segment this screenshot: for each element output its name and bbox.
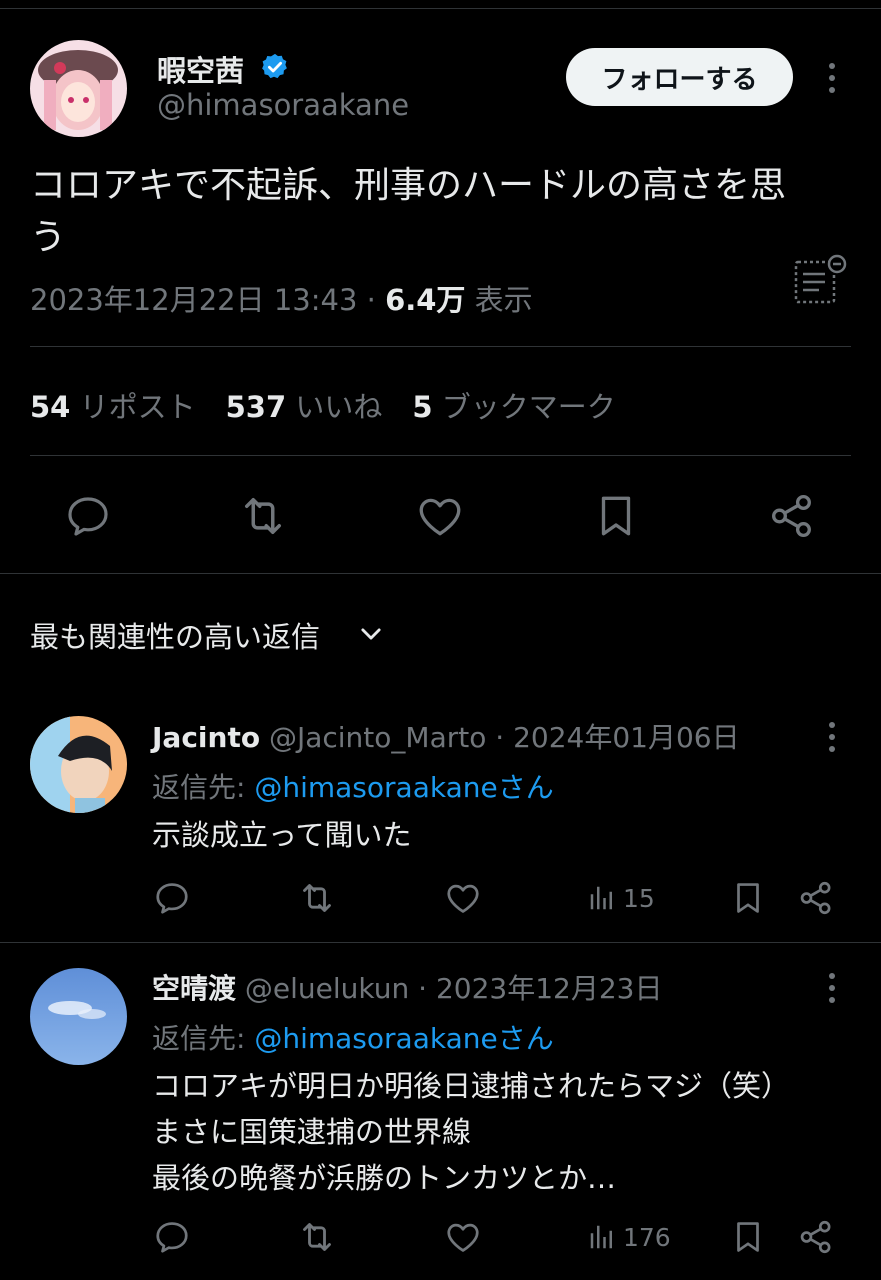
tweet-text-line: う <box>30 217 67 258</box>
like-icon[interactable] <box>443 878 483 918</box>
reply-text-line: 示談成立って聞いた <box>152 818 412 852</box>
reply-avatar[interactable] <box>30 716 127 813</box>
analytics-icon[interactable] <box>793 252 849 308</box>
reply-author-name[interactable]: 空晴渡 <box>152 972 236 1005</box>
views-icon <box>590 886 612 910</box>
share-icon[interactable] <box>766 490 818 542</box>
like-icon[interactable] <box>414 490 466 542</box>
reposts-label[interactable]: リポスト <box>80 390 196 424</box>
reply-date[interactable]: 2024年01月06日 <box>513 721 740 754</box>
follow-button[interactable]: フォローする <box>566 48 793 106</box>
divider <box>30 455 851 456</box>
tweet-meta: 2023年12月22日 13:43 · 6.4万 表示 <box>30 277 533 319</box>
top-divider <box>0 8 881 9</box>
reply-text-line: まさに国策逮捕の世界線 <box>152 1115 472 1149</box>
reply-icon[interactable] <box>152 1217 192 1257</box>
reply-author-handle[interactable]: @eluelukun <box>245 972 409 1005</box>
reply-icon[interactable] <box>62 490 114 542</box>
reply-to-mention[interactable]: @himasoraakaneさん <box>254 1022 553 1055</box>
reply-to-prefix: 返信先: <box>152 771 255 804</box>
reply-author-handle[interactable]: @Jacinto_Marto <box>269 721 486 754</box>
reply-to-line: 返信先: @himasoraakaneさん <box>152 1017 554 1057</box>
bookmark-icon[interactable] <box>728 878 768 918</box>
reply-text-line: コロアキが明日か明後日逮捕されたらマジ（笑） <box>152 1069 791 1103</box>
views-count: 6.4万 <box>385 283 466 317</box>
reply-author-name[interactable]: Jacinto <box>152 721 260 754</box>
views-icon <box>590 1225 612 1249</box>
likes-count[interactable]: 537 <box>226 390 287 424</box>
verified-badge-icon <box>260 52 290 82</box>
tweet-text: コロアキで不起訴、刑事のハードルの高さを思 う <box>30 160 850 264</box>
reply-icon[interactable] <box>152 878 192 918</box>
meta-separator: · <box>357 283 386 317</box>
likes-label[interactable]: いいね <box>295 390 382 424</box>
reply-header: 空晴渡 @eluelukun · 2023年12月23日 <box>152 967 663 1007</box>
repost-icon[interactable] <box>237 490 289 542</box>
reply-header: Jacinto @Jacinto_Marto · 2024年01月06日 <box>152 716 740 756</box>
reply-text: 示談成立って聞いた <box>152 812 852 858</box>
reply-separator: · <box>409 972 436 1005</box>
bookmark-icon[interactable] <box>590 490 642 542</box>
reply-to-line: 返信先: @himasoraakaneさん <box>152 766 554 806</box>
author-handle[interactable]: @himasoraakane <box>157 88 409 122</box>
more-icon[interactable] <box>822 717 842 757</box>
chevron-down-icon[interactable] <box>357 620 385 648</box>
section-divider <box>0 573 881 574</box>
reply-separator: · <box>486 721 514 754</box>
views-count: 176 <box>623 1222 671 1252</box>
reply-divider <box>0 942 881 943</box>
share-icon[interactable] <box>796 1217 836 1257</box>
author-name[interactable]: 暇空茜 <box>157 48 244 90</box>
reply-text-line: 最後の晩餐が浜勝のトンカツとか… <box>152 1161 617 1195</box>
repost-icon[interactable] <box>297 878 337 918</box>
tweet-timestamp[interactable]: 2023年12月22日 13:43 <box>30 283 357 317</box>
more-icon[interactable] <box>822 968 842 1008</box>
reply-avatar[interactable] <box>30 968 127 1065</box>
bookmarks-label[interactable]: ブックマーク <box>442 390 616 424</box>
tweet-text-line: コロアキで不起訴、刑事のハードルの高さを思 <box>30 165 787 206</box>
views-stat[interactable]: 15 <box>587 883 655 913</box>
share-icon[interactable] <box>796 878 836 918</box>
author-avatar[interactable] <box>30 40 127 137</box>
more-icon[interactable] <box>822 58 842 98</box>
like-icon[interactable] <box>443 1217 483 1257</box>
tweet-stats: 54 リポスト 537 いいね 5 ブックマーク <box>30 384 616 426</box>
views-label: 表示 <box>474 283 533 317</box>
repost-icon[interactable] <box>297 1217 337 1257</box>
views-stat[interactable]: 176 <box>587 1222 671 1252</box>
reposts-count[interactable]: 54 <box>30 390 70 424</box>
reply-to-prefix: 返信先: <box>152 1022 255 1055</box>
reply-to-mention[interactable]: @himasoraakaneさん <box>254 771 553 804</box>
replies-sort-label[interactable]: 最も関連性の高い返信 <box>30 614 320 656</box>
reply-date[interactable]: 2023年12月23日 <box>436 972 663 1005</box>
bookmarks-count[interactable]: 5 <box>412 390 432 424</box>
views-count: 15 <box>623 883 655 913</box>
divider <box>30 346 851 347</box>
reply-text: コロアキが明日か明後日逮捕されたらマジ（笑） まさに国策逮捕の世界線 最後の晩餐… <box>152 1063 852 1201</box>
bookmark-icon[interactable] <box>728 1217 768 1257</box>
